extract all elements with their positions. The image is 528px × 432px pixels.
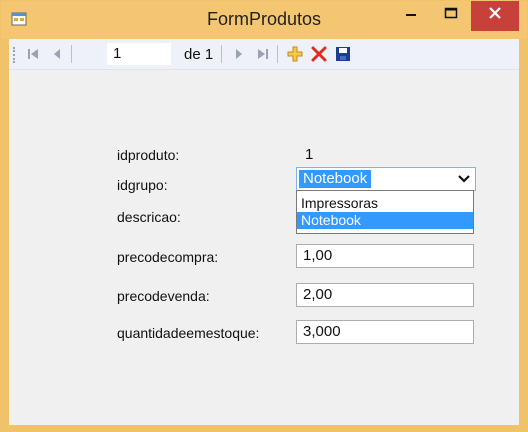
form-window: FormProdutos 1 de 1 idproduto: 1 idgrupo… (0, 0, 528, 432)
quantidadeemestoque-field[interactable]: 3,000 (296, 320, 474, 344)
dropdown-option-selected[interactable]: Notebook (297, 212, 473, 229)
toolbar-grip[interactable] (13, 47, 18, 63)
close-button[interactable] (471, 1, 519, 31)
maximize-button[interactable] (431, 1, 471, 31)
idproduto-label: idproduto: (117, 147, 180, 163)
quantidadeemestoque-label: quantidadeemestoque: (117, 325, 260, 341)
save-icon[interactable] (333, 44, 353, 64)
last-record-icon[interactable] (253, 44, 273, 64)
chevron-down-icon[interactable] (453, 168, 475, 190)
previous-record-icon[interactable] (47, 44, 67, 64)
form-client-area: 1 de 1 idproduto: 1 idgrupo: Notebook de… (9, 39, 519, 425)
precodevenda-label: precodevenda: (117, 288, 210, 304)
idgrupo-selected-text: Notebook (299, 170, 372, 188)
idgrupo-label: idgrupo: (117, 177, 168, 193)
toolbar-separator (277, 45, 278, 63)
next-record-icon[interactable] (229, 44, 249, 64)
idgrupo-combobox[interactable]: Notebook (296, 167, 476, 191)
minimize-button[interactable] (391, 1, 431, 31)
title-bar[interactable]: FormProdutos (1, 1, 527, 39)
delete-icon[interactable] (309, 44, 329, 64)
precodecompra-field[interactable]: 1,00 (296, 244, 474, 268)
toolbar-separator (221, 45, 222, 63)
idgrupo-dropdown-list: Impressoras Notebook (296, 190, 474, 234)
precodecompra-label: precodecompra: (117, 249, 219, 265)
descricao-label: descricao: (117, 209, 181, 225)
idproduto-value: 1 (305, 146, 314, 163)
add-icon[interactable] (285, 44, 305, 64)
toolbar-separator (71, 45, 72, 63)
precodevenda-field[interactable]: 2,00 (296, 283, 474, 307)
dropdown-option[interactable]: Impressoras (297, 195, 473, 212)
position-input[interactable]: 1 (107, 43, 171, 65)
binding-navigator: 1 de 1 (9, 39, 519, 70)
first-record-icon[interactable] (23, 44, 43, 64)
record-count-label: de 1 (184, 46, 214, 63)
